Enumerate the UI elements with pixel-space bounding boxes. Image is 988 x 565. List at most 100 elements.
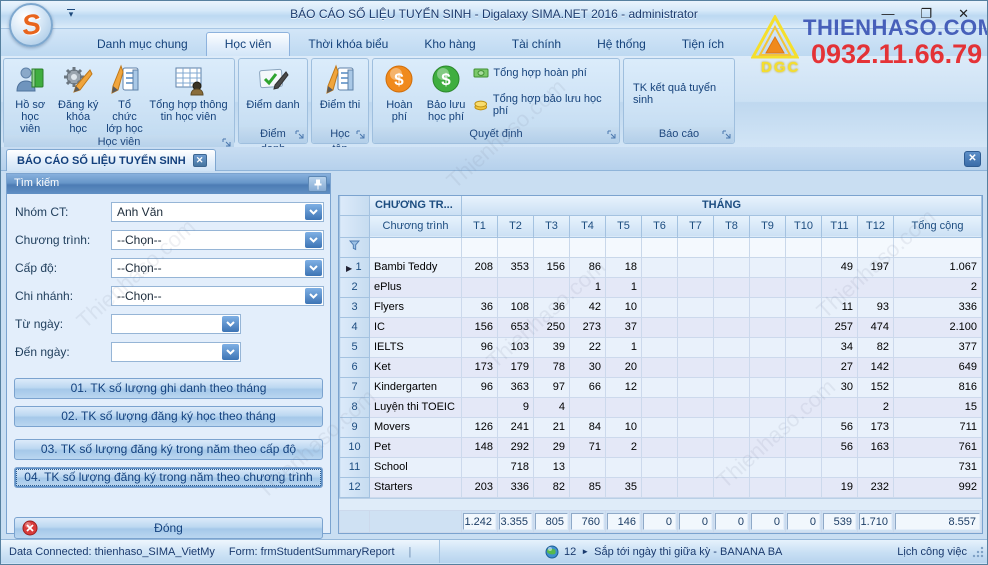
cell-month-value[interactable]: 653 bbox=[498, 317, 534, 337]
cell-month-value[interactable]: 11 bbox=[822, 297, 858, 317]
cell-month-value[interactable]: 10 bbox=[606, 297, 642, 317]
cell-program-name[interactable]: Ket bbox=[370, 357, 462, 377]
cell-month-value[interactable]: 13 bbox=[534, 457, 570, 477]
cell-month-value[interactable] bbox=[786, 257, 822, 277]
cell-month-value[interactable]: 4 bbox=[534, 397, 570, 417]
cell-month-value[interactable] bbox=[534, 277, 570, 297]
filter-cell[interactable] bbox=[462, 237, 498, 257]
cell-month-value[interactable] bbox=[750, 417, 786, 437]
cell-month-value[interactable]: 179 bbox=[498, 357, 534, 377]
pin-button[interactable] bbox=[308, 176, 327, 192]
cell-month-value[interactable]: 82 bbox=[534, 477, 570, 497]
cell-month-value[interactable] bbox=[570, 397, 606, 417]
cell-month-value[interactable]: 34 bbox=[822, 337, 858, 357]
cell-month-value[interactable] bbox=[822, 277, 858, 297]
cell-month-value[interactable]: 93 bbox=[858, 297, 894, 317]
cell-program-name[interactable]: School bbox=[370, 457, 462, 477]
cell-month-value[interactable]: 82 bbox=[858, 337, 894, 357]
close-button[interactable]: ✕ bbox=[958, 7, 969, 20]
cell-month-value[interactable] bbox=[462, 277, 498, 297]
tong-hop-hoan-phi-button[interactable]: Tổng hợp hoàn phí bbox=[473, 67, 616, 79]
cell-month-value[interactable]: 20 bbox=[606, 357, 642, 377]
dialog-launcher-icon[interactable] bbox=[295, 130, 304, 139]
column-header-T6[interactable]: T6 bbox=[642, 215, 678, 237]
chevron-down-icon[interactable] bbox=[305, 232, 322, 248]
row-indicator[interactable]: 9 bbox=[340, 417, 370, 437]
cell-month-value[interactable] bbox=[714, 277, 750, 297]
cell-month-value[interactable] bbox=[606, 397, 642, 417]
cell-month-value[interactable] bbox=[750, 477, 786, 497]
cell-month-value[interactable] bbox=[642, 257, 678, 277]
cell-month-value[interactable] bbox=[786, 457, 822, 477]
cell-month-value[interactable]: 56 bbox=[822, 417, 858, 437]
filter-cell[interactable] bbox=[822, 237, 858, 257]
cell-month-value[interactable] bbox=[822, 457, 858, 477]
column-header-program[interactable]: Chương trình bbox=[370, 215, 462, 237]
tk-ket-qua-tuyen-sinh-button[interactable]: TK kết quả tuyển sinh bbox=[627, 82, 731, 106]
cell-month-value[interactable]: 97 bbox=[534, 377, 570, 397]
cell-month-value[interactable] bbox=[858, 277, 894, 297]
filter-cell[interactable] bbox=[858, 237, 894, 257]
bao-luu-hoc-phi-button[interactable]: $ Bảo lưu học phí bbox=[423, 61, 470, 123]
ho-so-hoc-vien-button[interactable]: Hồ sơ học viên bbox=[7, 61, 53, 135]
cell-month-value[interactable] bbox=[642, 297, 678, 317]
cell-month-value[interactable]: 30 bbox=[570, 357, 606, 377]
cell-month-value[interactable] bbox=[786, 337, 822, 357]
row-indicator[interactable]: 10 bbox=[340, 437, 370, 457]
cell-month-value[interactable]: 12 bbox=[606, 377, 642, 397]
cell-program-name[interactable]: IC bbox=[370, 317, 462, 337]
cell-total-value[interactable]: 761 bbox=[894, 437, 982, 457]
cell-month-value[interactable]: 241 bbox=[498, 417, 534, 437]
cell-month-value[interactable]: 2 bbox=[606, 437, 642, 457]
cell-month-value[interactable]: 36 bbox=[462, 297, 498, 317]
column-header-T7[interactable]: T7 bbox=[678, 215, 714, 237]
cell-month-value[interactable]: 250 bbox=[534, 317, 570, 337]
menu-tab-5[interactable]: Tài chính bbox=[494, 33, 579, 56]
cell-month-value[interactable]: 273 bbox=[570, 317, 606, 337]
row-indicator[interactable]: 3 bbox=[340, 297, 370, 317]
cell-month-value[interactable] bbox=[714, 357, 750, 377]
cell-month-value[interactable] bbox=[750, 277, 786, 297]
cell-month-value[interactable]: 203 bbox=[462, 477, 498, 497]
cell-program-name[interactable]: ePlus bbox=[370, 277, 462, 297]
cell-month-value[interactable] bbox=[786, 277, 822, 297]
cell-month-value[interactable] bbox=[786, 317, 822, 337]
menu-tab-4[interactable]: Kho hàng bbox=[406, 33, 493, 56]
cell-month-value[interactable]: 86 bbox=[570, 257, 606, 277]
filter-cell[interactable] bbox=[606, 237, 642, 257]
cell-month-value[interactable]: 1 bbox=[606, 277, 642, 297]
cell-total-value[interactable]: 816 bbox=[894, 377, 982, 397]
cell-month-value[interactable] bbox=[642, 357, 678, 377]
row-indicator[interactable]: ▶1 bbox=[340, 257, 370, 277]
task-calendar-link[interactable]: Lịch công việc bbox=[897, 546, 967, 558]
cell-total-value[interactable]: 649 bbox=[894, 357, 982, 377]
cell-month-value[interactable] bbox=[642, 477, 678, 497]
cell-program-name[interactable]: Bambi Teddy bbox=[370, 257, 462, 277]
cell-month-value[interactable]: 474 bbox=[858, 317, 894, 337]
cell-month-value[interactable] bbox=[750, 357, 786, 377]
cell-month-value[interactable]: 19 bbox=[822, 477, 858, 497]
cell-month-value[interactable]: 49 bbox=[822, 257, 858, 277]
cell-month-value[interactable] bbox=[750, 337, 786, 357]
row-indicator[interactable]: 7 bbox=[340, 377, 370, 397]
cell-month-value[interactable] bbox=[678, 357, 714, 377]
cell-month-value[interactable] bbox=[714, 397, 750, 417]
cell-month-value[interactable]: 232 bbox=[858, 477, 894, 497]
cell-month-value[interactable]: 208 bbox=[462, 257, 498, 277]
hoan-phi-button[interactable]: $ Hoàn phí bbox=[376, 61, 423, 123]
cell-month-value[interactable]: 29 bbox=[534, 437, 570, 457]
chuong-trinh-select[interactable]: --Chọn-- bbox=[111, 230, 324, 250]
cell-month-value[interactable] bbox=[714, 417, 750, 437]
cell-month-value[interactable] bbox=[750, 437, 786, 457]
cell-month-value[interactable]: 66 bbox=[570, 377, 606, 397]
cell-month-value[interactable]: 292 bbox=[498, 437, 534, 457]
cell-month-value[interactable] bbox=[786, 377, 822, 397]
cell-month-value[interactable] bbox=[750, 377, 786, 397]
filter-cell[interactable] bbox=[786, 237, 822, 257]
cell-total-value[interactable]: 377 bbox=[894, 337, 982, 357]
cell-month-value[interactable]: 142 bbox=[858, 357, 894, 377]
cell-month-value[interactable]: 1 bbox=[570, 277, 606, 297]
dang-ky-khoa-hoc-button[interactable]: Đăng ký khóa học bbox=[53, 61, 103, 135]
tong-hop-bao-luu-button[interactable]: Tổng hợp bảo lưu học phí bbox=[473, 93, 616, 117]
cell-month-value[interactable] bbox=[642, 397, 678, 417]
